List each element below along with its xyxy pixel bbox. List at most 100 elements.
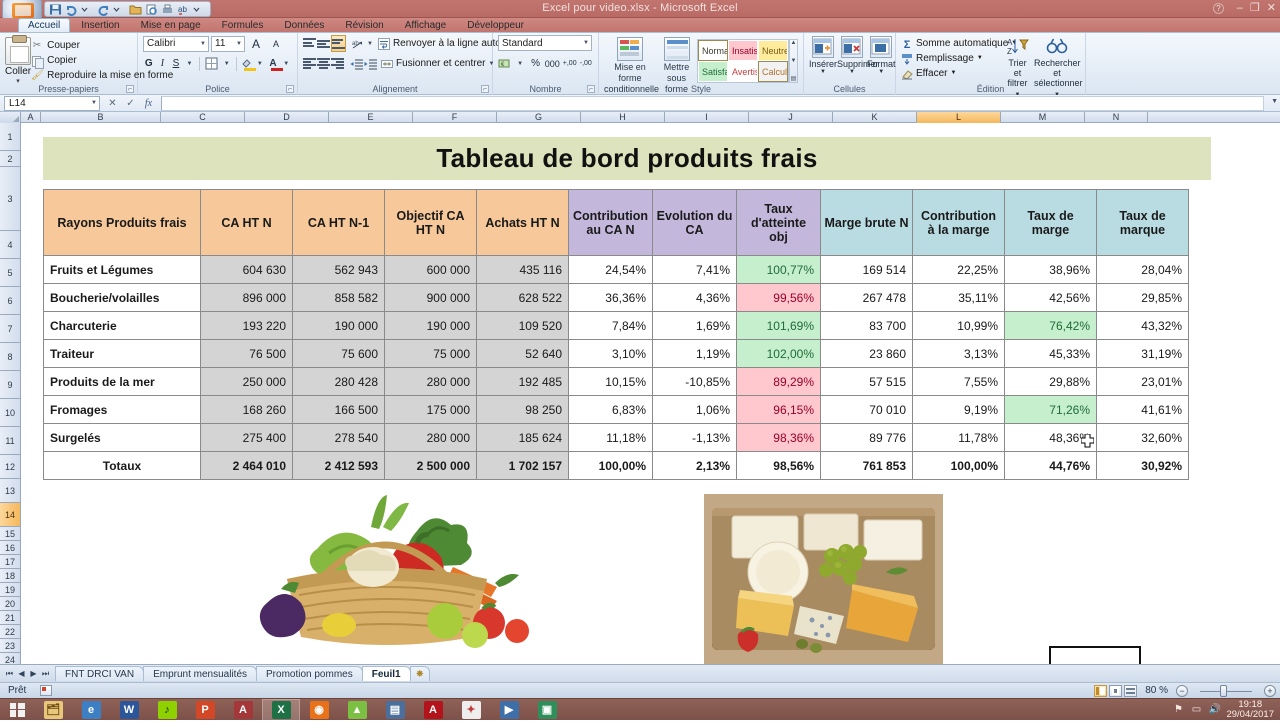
cell-taux-marque[interactable]: 43,32% xyxy=(1096,311,1189,340)
column-header-d[interactable]: D xyxy=(245,112,329,123)
cell-marge-brute[interactable]: 57 515 xyxy=(820,367,913,396)
cell-ca-n[interactable]: 896 000 xyxy=(200,283,293,312)
cell-contribution-ca[interactable]: 3,10% xyxy=(568,339,653,368)
chevron-down-icon[interactable]: ▼ xyxy=(581,40,589,46)
cell-marge-brute[interactable]: 70 010 xyxy=(820,395,913,424)
cell-achats[interactable]: 185 624 xyxy=(476,423,569,452)
cell-taux-marque[interactable]: 23,01% xyxy=(1096,367,1189,396)
thousands-separator-button[interactable]: 000 xyxy=(544,55,561,72)
first-sheet-button[interactable]: ⏮ xyxy=(4,669,15,679)
acrobat-taskbar-button[interactable]: A xyxy=(414,699,452,721)
cell-taux-marge[interactable]: 45,33% xyxy=(1004,339,1097,368)
row-header-16[interactable]: 16 xyxy=(0,541,20,555)
access-taskbar-button[interactable]: A xyxy=(224,699,262,721)
cell-marge-brute[interactable]: 89 776 xyxy=(820,423,913,452)
cell-taux-marge[interactable]: 38,96% xyxy=(1004,255,1097,284)
sheet-tab-fnt-drci-van[interactable]: FNT DRCI VAN xyxy=(55,666,145,681)
zoom-slider-knob[interactable] xyxy=(1220,684,1227,697)
media-player-taskbar-button[interactable]: ✦ xyxy=(452,699,490,721)
cell-taux-atteinte[interactable]: 101,69% xyxy=(736,311,821,340)
row-header-1[interactable]: 1 xyxy=(0,123,20,151)
row-header-23[interactable]: 23 xyxy=(0,639,20,653)
minimize-button[interactable]: – xyxy=(1237,2,1243,14)
row-header-10[interactable]: 10 xyxy=(0,399,20,427)
chevron-down-icon[interactable]: ▼ xyxy=(977,51,983,66)
tab-developpeur[interactable]: Développeur xyxy=(457,18,534,32)
column-header-c[interactable]: C xyxy=(161,112,245,123)
dialog-launcher-icon[interactable]: ⌐ xyxy=(587,85,595,93)
formula-input[interactable] xyxy=(161,95,1264,111)
firefox-taskbar-button[interactable]: ◉ xyxy=(300,699,338,721)
tab-revision[interactable]: Révision xyxy=(335,18,393,32)
column-header-f[interactable]: F xyxy=(413,112,497,123)
cell-taux-atteinte[interactable]: 100,77% xyxy=(736,255,821,284)
cell-taux-marque[interactable]: 29,85% xyxy=(1096,283,1189,312)
italic-button[interactable]: I xyxy=(157,55,169,72)
cell-rayon[interactable]: Fromages xyxy=(43,395,201,424)
cell-evolution-ca[interactable]: 4,36% xyxy=(652,283,737,312)
bold-button[interactable]: G xyxy=(143,55,155,72)
cell-objectif[interactable]: 600 000 xyxy=(384,255,477,284)
shrink-font-button[interactable]: A xyxy=(267,35,285,52)
cell-ca-n1[interactable]: 166 500 xyxy=(292,395,385,424)
currency-button[interactable]: € xyxy=(498,55,512,72)
cell-style-avertissement[interactable]: Avertissement xyxy=(728,61,758,82)
tab-mise-en-page[interactable]: Mise en page xyxy=(131,18,211,32)
column-header-j[interactable]: J xyxy=(749,112,833,123)
zoom-out-button[interactable]: − xyxy=(1176,684,1188,697)
cell-rayon[interactable]: Surgelés xyxy=(43,423,201,452)
cell-ca-n1[interactable]: 858 582 xyxy=(292,283,385,312)
cell-marge-brute[interactable]: 83 700 xyxy=(820,311,913,340)
cell-total-achats[interactable]: 1 702 157 xyxy=(476,451,569,480)
column-header-k[interactable]: K xyxy=(833,112,917,123)
network-icon[interactable]: ▭ xyxy=(1190,704,1202,716)
cell-marge-brute[interactable]: 169 514 xyxy=(820,255,913,284)
cell-objectif[interactable]: 75 000 xyxy=(384,339,477,368)
cell-total-taux-atteinte[interactable]: 98,56% xyxy=(736,451,821,480)
cell-taux-atteinte[interactable]: 102,00% xyxy=(736,339,821,368)
clock[interactable]: 19:18 29/04/2017 xyxy=(1226,699,1274,720)
cell-evolution-ca[interactable]: -1,13% xyxy=(652,423,737,452)
chevron-down-icon[interactable]: ▼ xyxy=(951,66,957,81)
increase-decimal-button[interactable]: +,00 xyxy=(562,55,578,72)
row-header-9[interactable]: 9 xyxy=(0,371,20,399)
decrease-indent-button[interactable] xyxy=(350,55,363,72)
row-header-6[interactable]: 6 xyxy=(0,287,20,315)
row-header-2[interactable]: 2 xyxy=(0,151,20,167)
cell-styles-gallery[interactable]: Normal Insatisfaisant Neutre Satisfaisan… xyxy=(697,39,789,83)
maps-taskbar-button[interactable]: ▲ xyxy=(338,699,376,721)
word-taskbar-button[interactable]: W xyxy=(110,699,148,721)
cell-taux-atteinte[interactable]: 99,56% xyxy=(736,283,821,312)
number-format-select[interactable]: Standard ▼ xyxy=(498,35,592,51)
insert-function-button[interactable]: fx xyxy=(142,98,155,109)
cell-evolution-ca[interactable]: -10,85% xyxy=(652,367,737,396)
cell-taux-marge[interactable]: 71,26% xyxy=(1004,395,1097,424)
maximize-button[interactable]: ❐ xyxy=(1250,1,1260,14)
grow-font-button[interactable]: A xyxy=(247,35,265,52)
align-top-button[interactable] xyxy=(303,35,316,52)
cell-taux-marque[interactable]: 28,04% xyxy=(1096,255,1189,284)
chevron-down-icon[interactable]: ▼ xyxy=(867,69,896,75)
zoom-slider[interactable] xyxy=(1190,684,1262,697)
cell-ca-n1[interactable]: 75 600 xyxy=(292,339,385,368)
dialog-launcher-icon[interactable]: ⌐ xyxy=(286,85,294,93)
cell-ca-n[interactable]: 275 400 xyxy=(200,423,293,452)
column-header-h[interactable]: H xyxy=(581,112,665,123)
row-header-21[interactable]: 21 xyxy=(0,611,20,625)
cell-contribution-ca[interactable]: 10,15% xyxy=(568,367,653,396)
cell-contribution-marge[interactable]: 7,55% xyxy=(912,367,1005,396)
cell-contribution-ca[interactable]: 7,84% xyxy=(568,311,653,340)
row-header-12[interactable]: 12 xyxy=(0,455,20,479)
page-break-view-button[interactable] xyxy=(1124,684,1138,697)
row-header-4[interactable]: 4 xyxy=(0,231,20,259)
row-header-19[interactable]: 19 xyxy=(0,583,20,597)
next-sheet-button[interactable]: ▶ xyxy=(28,669,39,679)
normal-view-button[interactable] xyxy=(1094,684,1108,697)
selected-cell-outline[interactable] xyxy=(1049,646,1141,664)
column-header-n[interactable]: N xyxy=(1085,112,1148,123)
cell-evolution-ca[interactable]: 7,41% xyxy=(652,255,737,284)
decrease-decimal-button[interactable]: -,00 xyxy=(579,55,593,72)
row-header-11[interactable]: 11 xyxy=(0,427,20,455)
cell-taux-marge[interactable]: 76,42% xyxy=(1004,311,1097,340)
cell-total-taux-marge[interactable]: 44,76% xyxy=(1004,451,1097,480)
